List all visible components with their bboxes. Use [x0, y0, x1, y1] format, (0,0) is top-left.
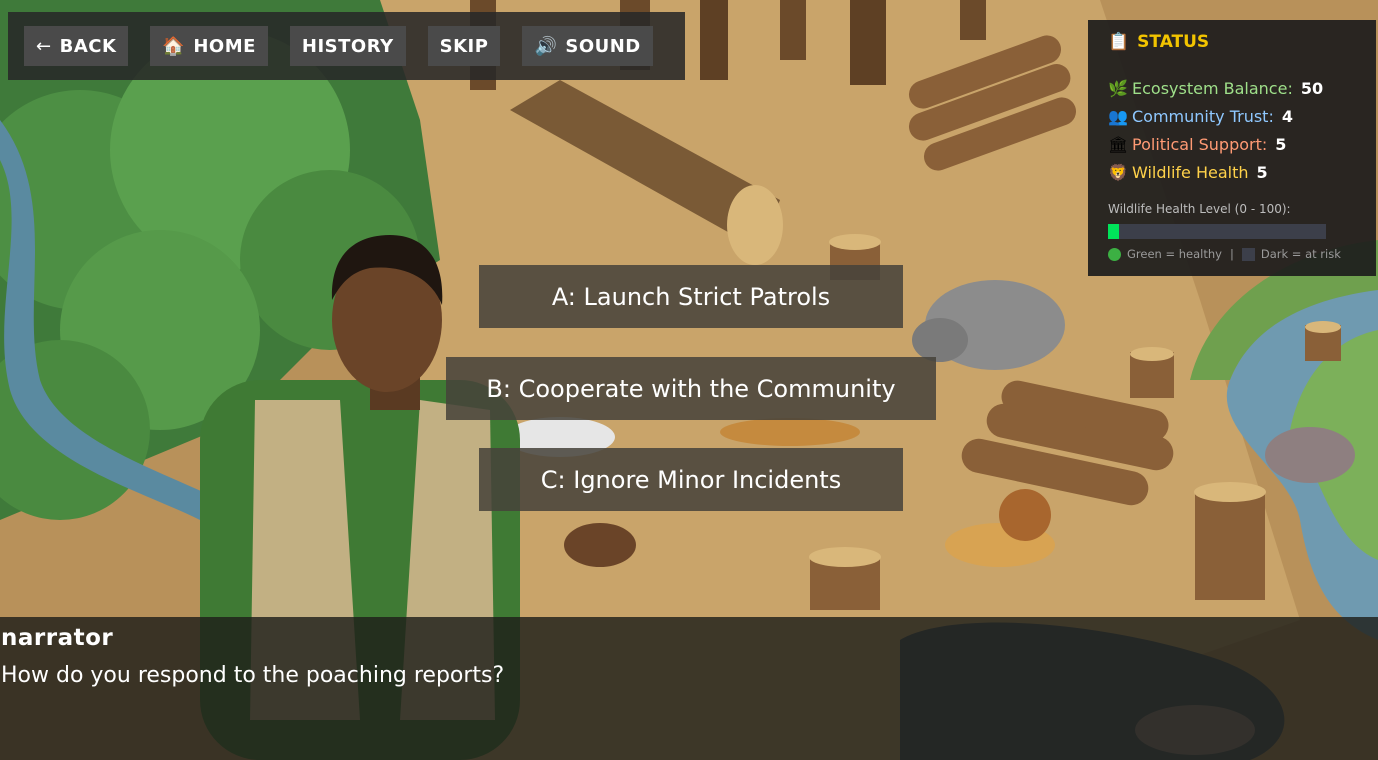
choice-c-label: C: Ignore Minor Incidents: [540, 465, 842, 494]
stat-political-support: 🏛 Political Support: 5: [1108, 130, 1356, 158]
legend-healthy: Green = healthy: [1127, 247, 1222, 261]
history-button[interactable]: HISTORY: [289, 26, 406, 66]
sound-button-label: SOUND: [565, 35, 641, 57]
leaf-icon: 🌿: [1108, 78, 1128, 98]
skip-button-label: SKIP: [439, 35, 489, 57]
green-dot-icon: [1108, 247, 1121, 261]
stat-label: Community Trust:: [1132, 106, 1274, 126]
home-button[interactable]: 🏠 HOME: [150, 26, 268, 66]
back-button-label: BACK: [59, 35, 117, 57]
clipboard-icon: 📋: [1108, 32, 1130, 52]
stat-community-trust: 👥 Community Trust: 4: [1108, 102, 1356, 130]
status-panel: 📋 STATUS 🌿 Ecosystem Balance: 50 👥 Commu…: [1088, 20, 1376, 276]
arrow-left-icon: ←: [36, 35, 52, 57]
skip-button[interactable]: SKIP: [427, 26, 501, 66]
wildlife-health-meter-fill: [1108, 224, 1119, 239]
dark-square-icon: [1241, 247, 1255, 261]
people-icon: 👥: [1108, 106, 1128, 126]
dialogue-text: How do you respond to the poaching repor…: [1, 663, 505, 688]
stat-label: Political Support:: [1132, 134, 1268, 154]
stat-label: Wildlife Health: [1132, 162, 1249, 182]
home-button-label: HOME: [193, 35, 256, 57]
stat-ecosystem-balance: 🌿 Ecosystem Balance: 50: [1108, 74, 1356, 102]
lion-icon: 🦁: [1108, 162, 1128, 182]
house-icon: 🏠: [162, 35, 186, 57]
wildlife-meter-label: Wildlife Health Level (0 - 100):: [1108, 202, 1291, 216]
status-title-label: STATUS: [1137, 32, 1210, 52]
choice-a-button[interactable]: A: Launch Strict Patrols: [479, 265, 903, 328]
status-title: 📋 STATUS: [1108, 32, 1356, 52]
choice-b-label: B: Cooperate with the Community: [486, 374, 896, 403]
meter-legend: Green = healthy | Dark = at risk: [1108, 247, 1356, 261]
choice-b-button[interactable]: B: Cooperate with the Community: [446, 357, 936, 420]
stat-value: 50: [1300, 78, 1324, 98]
legend-at-risk: Dark = at risk: [1260, 247, 1341, 261]
history-button-label: HISTORY: [301, 35, 394, 57]
back-button[interactable]: ← BACK: [24, 26, 129, 66]
speaker-icon: 🔊: [534, 35, 558, 57]
legend-separator: |: [1229, 247, 1234, 261]
stat-value: 5: [1275, 134, 1287, 154]
dialogue-box[interactable]: narrator How do you respond to the poach…: [0, 617, 1378, 760]
choice-c-button[interactable]: C: Ignore Minor Incidents: [479, 448, 903, 511]
wildlife-health-meter: [1108, 224, 1326, 239]
choice-a-label: A: Launch Strict Patrols: [551, 282, 831, 311]
stat-value: 5: [1256, 162, 1268, 182]
stat-value: 4: [1281, 106, 1293, 126]
speaker-name: narrator: [1, 625, 114, 651]
stat-wildlife-health: 🦁 Wildlife Health 5: [1108, 158, 1356, 186]
government-building-icon: 🏛: [1108, 134, 1129, 154]
stat-label: Ecosystem Balance:: [1132, 78, 1293, 98]
sound-button[interactable]: 🔊 SOUND: [522, 26, 653, 66]
top-nav-bar: ← BACK 🏠 HOME HISTORY SKIP 🔊 SOUND: [8, 12, 685, 80]
